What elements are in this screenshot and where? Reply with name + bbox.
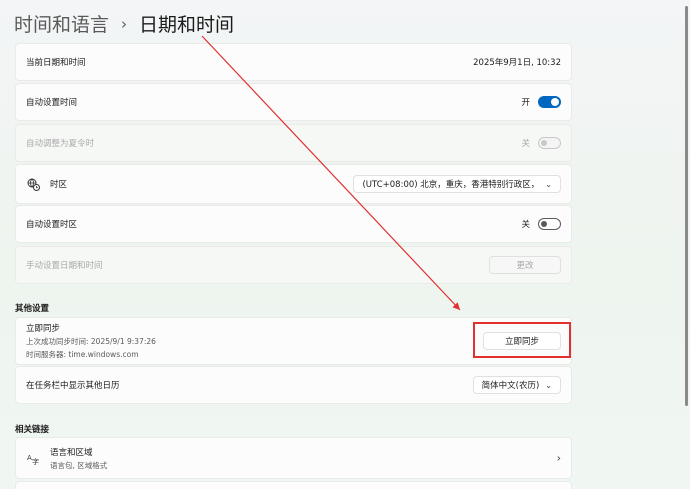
- scrollbar[interactable]: [685, 6, 688, 406]
- annotation-arrow: [201, 35, 461, 311]
